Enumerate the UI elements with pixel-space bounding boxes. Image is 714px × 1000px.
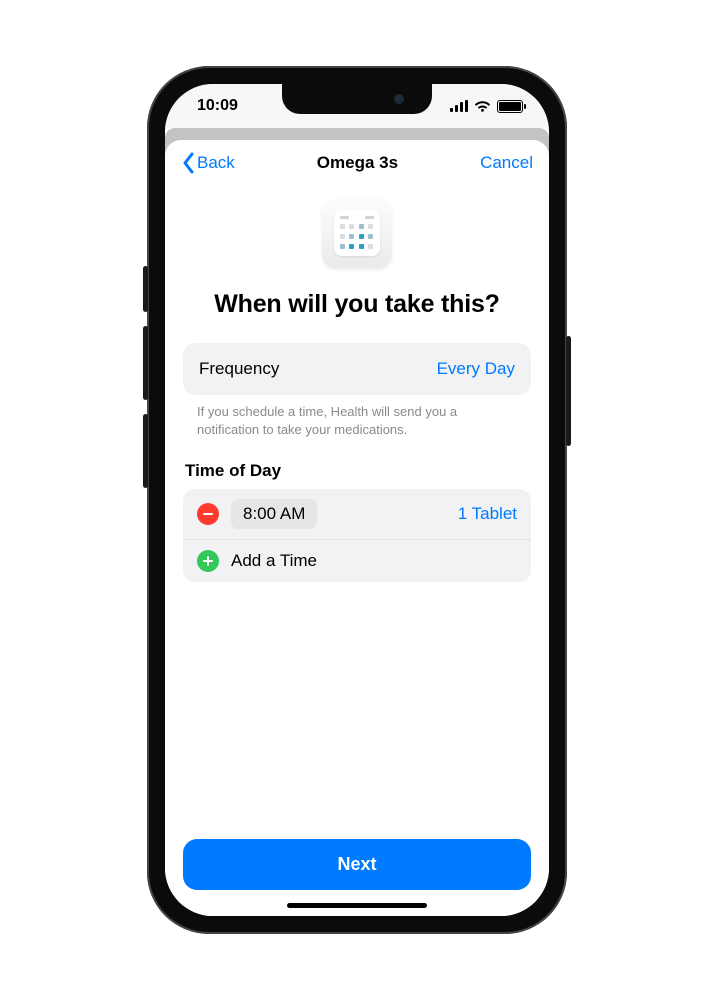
time-of-day-title: Time of Day [185, 461, 529, 481]
next-button[interactable]: Next [183, 839, 531, 890]
chevron-left-icon [181, 152, 195, 174]
time-picker[interactable]: 8:00 AM [231, 499, 317, 529]
battery-icon [497, 100, 523, 113]
remove-time-button[interactable] [197, 503, 219, 525]
plus-icon [202, 555, 214, 567]
status-right [450, 100, 523, 113]
volume-button [143, 326, 148, 400]
back-label: Back [197, 153, 235, 173]
wifi-icon [474, 100, 491, 113]
page-headline: When will you take this? [189, 290, 525, 319]
status-time: 10:09 [197, 97, 238, 115]
minus-icon [202, 508, 214, 520]
add-time-row[interactable]: Add a Time [183, 539, 531, 582]
back-button[interactable]: Back [181, 152, 235, 174]
notch [282, 84, 432, 114]
cancel-button[interactable]: Cancel [480, 153, 533, 173]
nav-title: Omega 3s [317, 153, 398, 173]
add-time-button[interactable] [197, 550, 219, 572]
calendar-hero-icon [322, 198, 392, 268]
frequency-caption: If you schedule a time, Health will send… [183, 395, 531, 439]
volume-button [143, 414, 148, 488]
home-indicator[interactable] [287, 903, 427, 908]
phone-frame: 10:09 Back Omega 3s Cancel [147, 66, 567, 934]
nav-bar: Back Omega 3s Cancel [165, 140, 549, 184]
screen: 10:09 Back Omega 3s Cancel [165, 84, 549, 916]
power-button [566, 336, 571, 446]
frequency-value[interactable]: Every Day [437, 359, 515, 379]
cellular-icon [450, 100, 468, 112]
modal-sheet: Back Omega 3s Cancel When [165, 140, 549, 916]
frequency-row[interactable]: Frequency Every Day [183, 343, 531, 395]
sheet-content: When will you take this? Frequency Every… [165, 184, 549, 916]
add-time-label: Add a Time [231, 551, 317, 571]
frequency-label: Frequency [199, 359, 279, 379]
time-row: 8:00 AM 1 Tablet [183, 489, 531, 539]
dose-value[interactable]: 1 Tablet [458, 504, 517, 524]
time-list: 8:00 AM 1 Tablet Add a Time [183, 489, 531, 582]
volume-button [143, 266, 148, 312]
